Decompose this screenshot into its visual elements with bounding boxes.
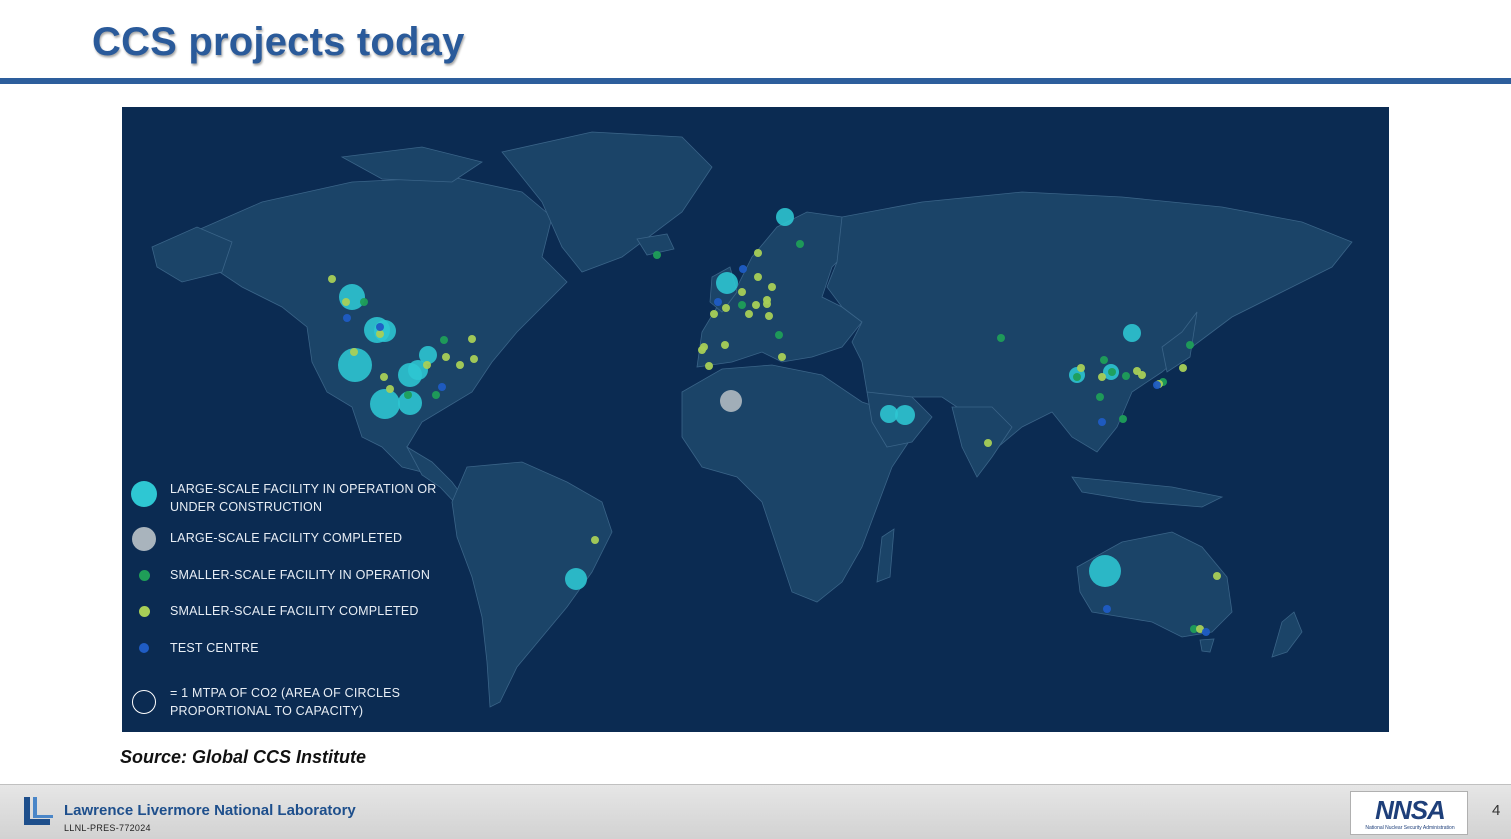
llnl-logo-icon: [24, 797, 53, 825]
slide-title: CCS projects today: [92, 20, 465, 64]
legend-swatch-large-completed: [132, 527, 156, 551]
nnsa-logo-tagline: National Nuclear Security Administration: [1365, 825, 1455, 831]
legend-label-large-completed: LARGE-SCALE FACILITY COMPLETED: [170, 531, 403, 545]
facility-marker-small-done: [778, 353, 786, 361]
facility-marker-small-done: [763, 300, 771, 308]
facility-marker-small-op: [796, 240, 804, 248]
facility-marker-small-op: [1108, 368, 1116, 376]
legend-item-scale: = 1 MTPA OF CO2 (AREA OF CIRCLES PROPORT…: [130, 684, 400, 720]
facility-marker-small-done: [721, 341, 729, 349]
nnsa-logo: NNSA National Nuclear Security Administr…: [1350, 791, 1468, 835]
title-divider: [0, 78, 1511, 84]
facility-marker-large-op: [1123, 324, 1141, 342]
facility-marker-small-done: [698, 346, 706, 354]
legend-label-test-centre: TEST CENTRE: [170, 641, 259, 655]
facility-marker-small-op: [1073, 373, 1081, 381]
legend-label-large-operation-line2: UNDER CONSTRUCTION: [170, 500, 323, 514]
legend-swatch-test-centre: [139, 643, 149, 653]
facility-marker-small-op: [738, 301, 746, 309]
legend-label-scale-line2: PROPORTIONAL TO CAPACITY): [170, 704, 364, 718]
facility-marker-small-done: [722, 304, 730, 312]
landmass-tasmania: [1199, 638, 1215, 653]
facility-marker-test: [1202, 628, 1210, 636]
facility-marker-large-op: [565, 568, 587, 590]
legend-label-large-operation-line1: LARGE-SCALE FACILITY IN OPERATION OR: [170, 482, 437, 496]
facility-marker-small-done: [1077, 364, 1085, 372]
facility-marker-small-done: [1138, 371, 1146, 379]
facility-marker-small-op: [997, 334, 1005, 342]
facility-marker-small-done: [765, 312, 773, 320]
facility-marker-small-op: [1096, 393, 1104, 401]
legend-item-large-completed: LARGE-SCALE FACILITY COMPLETED: [130, 526, 402, 552]
facility-marker-small-done: [705, 362, 713, 370]
facility-marker-small-op: [653, 251, 661, 259]
facility-marker-small-done: [745, 310, 753, 318]
facility-marker-test: [1103, 605, 1111, 613]
legend-swatch-small-operation: [138, 569, 150, 581]
facility-marker-small-op: [775, 331, 783, 339]
facility-marker-large-op: [895, 405, 915, 425]
nnsa-logo-mark: NNSA: [1375, 795, 1446, 825]
facility-marker-small-done: [754, 249, 762, 257]
facility-marker-test: [1153, 381, 1161, 389]
facility-marker-test: [1098, 418, 1106, 426]
facility-marker-small-done: [738, 288, 746, 296]
ccs-world-map: LARGE-SCALE FACILITY IN OPERATION OR UND…: [122, 107, 1389, 732]
legend-item-large-operation: LARGE-SCALE FACILITY IN OPERATION OR UND…: [130, 480, 437, 516]
facility-marker-small-done: [1179, 364, 1187, 372]
legend-label-small-operation: SMALLER-SCALE FACILITY IN OPERATION: [170, 568, 431, 582]
facility-marker-small-op: [1100, 356, 1108, 364]
facility-marker-small-done: [591, 536, 599, 544]
page-number: 4: [1492, 802, 1501, 819]
facility-marker-small-done: [1098, 373, 1106, 381]
slide-footer: Lawrence Livermore National Laboratory L…: [0, 784, 1511, 839]
facility-marker-small-done: [768, 283, 776, 291]
facility-marker-small-op: [1122, 372, 1130, 380]
facility-marker-large-op: [776, 208, 794, 226]
map-legend: LARGE-SCALE FACILITY IN OPERATION OR UND…: [122, 107, 482, 732]
facility-marker-test: [714, 298, 722, 306]
facility-marker-test: [739, 265, 747, 273]
legend-swatch-scale-ring: [132, 690, 156, 714]
facility-marker-small-op: [1119, 415, 1127, 423]
document-code: LLNL-PRES-772024: [64, 823, 151, 833]
facility-marker-large-op: [716, 272, 738, 294]
legend-item-small-operation: SMALLER-SCALE FACILITY IN OPERATION: [130, 566, 430, 584]
legend-item-test-centre: TEST CENTRE: [130, 639, 259, 657]
facility-marker-small-op: [1186, 341, 1194, 349]
facility-marker-small-done: [752, 301, 760, 309]
source-citation: Source: Global CCS Institute: [120, 747, 367, 767]
legend-label-small-completed: SMALLER-SCALE FACILITY COMPLETED: [170, 604, 419, 618]
landmass-indonesia: [1071, 476, 1224, 508]
lab-name: Lawrence Livermore National Laboratory: [64, 802, 356, 819]
legend-swatch-large-operation: [131, 481, 157, 507]
facility-marker-large-op: [1089, 555, 1121, 587]
legend-item-small-completed: SMALLER-SCALE FACILITY COMPLETED: [130, 602, 419, 620]
facility-marker-small-done: [1213, 572, 1221, 580]
facility-marker-small-done: [984, 439, 992, 447]
landmass-new-zealand: [1271, 611, 1303, 658]
landmass-madagascar: [876, 528, 895, 583]
legend-swatch-small-completed: [138, 605, 150, 617]
facility-marker-large-done: [720, 390, 742, 412]
facility-marker-small-done: [754, 273, 762, 281]
legend-label-scale-line1: = 1 MTPA OF CO2 (AREA OF CIRCLES: [170, 686, 401, 700]
facility-marker-small-done: [710, 310, 718, 318]
